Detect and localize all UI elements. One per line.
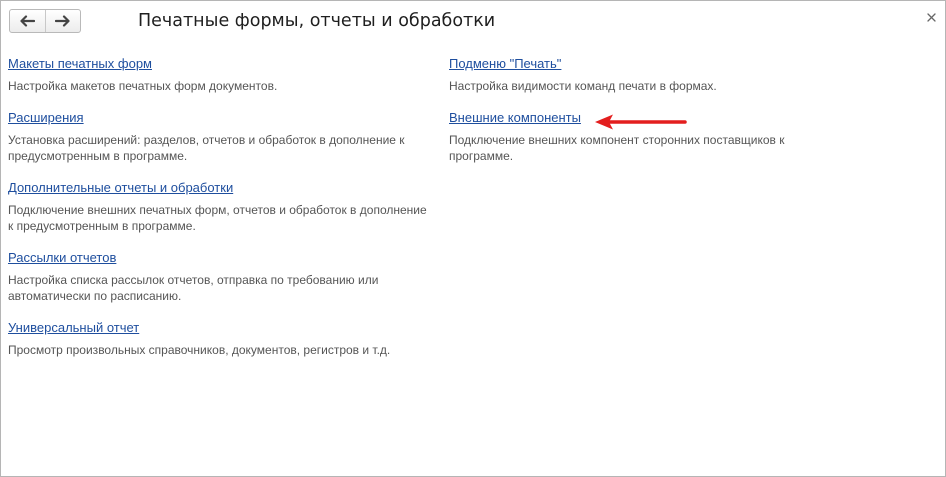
list-item: Расширения Установка расширений: раздело… bbox=[8, 109, 428, 164]
page-title: Печатные формы, отчеты и обработки bbox=[138, 11, 496, 31]
arrow-right-icon bbox=[54, 15, 70, 27]
close-icon bbox=[926, 12, 936, 22]
item-description: Подключение внешних компонент сторонних … bbox=[449, 133, 785, 163]
print-submenu-link[interactable]: Подменю "Печать" bbox=[449, 55, 561, 73]
list-item: Подменю "Печать" Настройка видимости ком… bbox=[449, 55, 839, 94]
window: Печатные формы, отчеты и обработки Макет… bbox=[0, 0, 946, 477]
universal-report-link[interactable]: Универсальный отчет bbox=[8, 319, 139, 337]
item-description: Просмотр произвольных справочников, доку… bbox=[8, 343, 391, 357]
item-description: Установка расширений: разделов, отчетов … bbox=[8, 133, 405, 163]
print-form-templates-link[interactable]: Макеты печатных форм bbox=[8, 55, 152, 73]
item-description: Настройка списка рассылок отчетов, отпра… bbox=[8, 273, 379, 303]
close-button[interactable] bbox=[923, 9, 939, 25]
extensions-link[interactable]: Расширения bbox=[8, 109, 84, 127]
report-mailings-link[interactable]: Рассылки отчетов bbox=[8, 249, 116, 267]
item-description: Настройка макетов печатных форм документ… bbox=[8, 79, 278, 93]
list-item: Универсальный отчет Просмотр произвольны… bbox=[8, 319, 428, 358]
list-item: Рассылки отчетов Настройка списка рассыл… bbox=[8, 249, 428, 304]
annotation-arrow-icon bbox=[595, 114, 687, 130]
additional-reports-link[interactable]: Дополнительные отчеты и обработки bbox=[8, 179, 233, 197]
item-description: Настройка видимости команд печати в форм… bbox=[449, 79, 717, 93]
arrow-left-icon bbox=[20, 15, 36, 27]
item-description: Подключение внешних печатных форм, отчет… bbox=[8, 203, 427, 233]
external-components-link[interactable]: Внешние компоненты bbox=[449, 109, 581, 127]
navigation-buttons bbox=[9, 9, 81, 33]
list-item: Дополнительные отчеты и обработки Подклю… bbox=[8, 179, 428, 234]
back-button[interactable] bbox=[10, 10, 45, 32]
left-column: Макеты печатных форм Настройка макетов п… bbox=[8, 55, 428, 373]
forward-button[interactable] bbox=[44, 10, 81, 32]
list-item: Макеты печатных форм Настройка макетов п… bbox=[8, 55, 428, 94]
